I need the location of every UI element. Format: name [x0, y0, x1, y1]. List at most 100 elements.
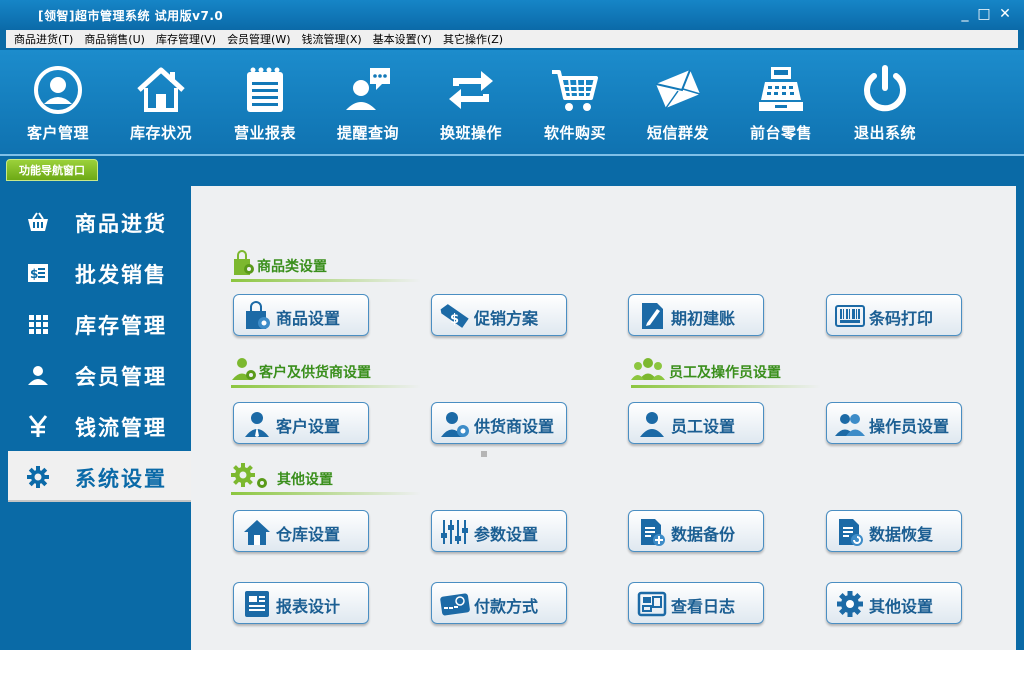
menu-members[interactable]: 会员管理(W) [227, 31, 290, 47]
section-divider [631, 385, 821, 388]
section-title: 客户及供货商设置 [259, 365, 371, 381]
section-staff-operator: 员工及操作员设置 [631, 356, 831, 388]
button-label: 商品设置 [276, 309, 341, 328]
menu-inventory[interactable]: 库存管理(V) [156, 31, 216, 47]
toolbar-reminder-query[interactable]: 提醒查询 [318, 64, 418, 143]
menu-goods-purchase[interactable]: 商品进货(T) [14, 31, 73, 47]
maximize-button[interactable]: □ [975, 5, 993, 23]
section-title: 其他设置 [277, 472, 333, 488]
report-icon [245, 591, 269, 617]
toolbar-inventory-status[interactable]: 库存状况 [111, 64, 211, 143]
sidebar: 商品进货 $ 批发销售 库存管理 会员管理 钱流管理 系统设置 [8, 196, 191, 502]
sidebar-item-label: 商品进货 [75, 212, 167, 236]
toolbar-exit-system[interactable]: 退出系统 [835, 64, 935, 143]
barcode-print-button[interactable]: 条码打印 [826, 294, 962, 336]
view-log-button[interactable]: 查看日志 [628, 582, 764, 624]
section-title: 商品类设置 [257, 259, 327, 275]
customer-settings-button[interactable]: 客户设置 [233, 402, 369, 444]
notepad-icon [247, 67, 283, 112]
sidebar-item-cashflow[interactable]: 钱流管理 [8, 400, 191, 451]
menu-other-ops[interactable]: 其它操作(Z) [443, 31, 503, 47]
person-icon [28, 366, 48, 385]
goods-bag-icon [234, 250, 254, 275]
tab-function-navigation[interactable]: 功能导航窗口 [6, 159, 98, 181]
toolbar-software-purchase[interactable]: 软件购买 [525, 64, 625, 143]
toolbar-label: 营业报表 [233, 124, 296, 142]
data-restore-button[interactable]: 数据恢复 [826, 510, 962, 552]
chat-user-icon [346, 68, 390, 110]
operator-settings-button[interactable]: 操作员设置 [826, 402, 962, 444]
minimize-button[interactable]: _ [956, 5, 974, 23]
promotion-button[interactable]: $ 促销方案 [431, 294, 567, 336]
toolbar-customer-management[interactable]: 客户管理 [8, 64, 108, 143]
warehouse-icon [244, 520, 270, 545]
warehouse-settings-button[interactable]: 仓库设置 [233, 510, 369, 552]
house-icon [137, 67, 185, 112]
toolbar-label: 换班操作 [439, 124, 502, 142]
toolbar-front-retail[interactable]: 前台零售 [731, 64, 831, 143]
window-title: [领智]超市管理系统 试用版v7.0 [38, 9, 224, 23]
goods-settings-button[interactable]: 商品设置 [233, 294, 369, 336]
parameter-settings-button[interactable]: 参数设置 [431, 510, 567, 552]
toolbar-label: 提醒查询 [336, 124, 399, 142]
title-bar: [领智]超市管理系统 试用版v7.0 _ □ ✕ [0, 0, 1024, 30]
initial-accounts-button[interactable]: 期初建账 [628, 294, 764, 336]
data-backup-button[interactable]: 数据备份 [628, 510, 764, 552]
button-label: 条码打印 [869, 309, 934, 328]
sidebar-item-label: 系统设置 [75, 467, 167, 491]
swap-arrows-icon [449, 71, 493, 109]
sidebar-item-inventory[interactable]: 库存管理 [8, 298, 191, 349]
sidebar-item-wholesale[interactable]: $ 批发销售 [8, 247, 191, 298]
other-settings-button[interactable]: 其他设置 [826, 582, 962, 624]
toolbar-business-report[interactable]: 营业报表 [215, 64, 315, 143]
shopping-bag-icon [246, 301, 270, 329]
button-label: 期初建账 [671, 309, 736, 328]
basket-icon [28, 212, 48, 231]
section-divider [231, 385, 421, 388]
report-design-button[interactable]: 报表设计 [233, 582, 369, 624]
toolbar-label: 前台零售 [749, 124, 812, 142]
toolbar-label: 客户管理 [26, 124, 89, 142]
button-label: 客户设置 [276, 417, 341, 436]
sliders-icon [441, 520, 468, 544]
menu-goods-sales[interactable]: 商品销售(U) [84, 31, 145, 47]
user-circle-icon [34, 66, 82, 114]
close-button[interactable]: ✕ [996, 5, 1014, 23]
section-other-settings: 其他设置 [231, 463, 431, 495]
customer-icon [245, 412, 269, 437]
focus-marker [481, 451, 487, 457]
employee-settings-button[interactable]: 员工设置 [628, 402, 764, 444]
button-label: 参数设置 [474, 525, 539, 544]
sidebar-item-label: 批发销售 [75, 263, 167, 287]
sidebar-item-members[interactable]: 会员管理 [8, 349, 191, 400]
svg-text:$: $ [30, 267, 38, 281]
menu-bar: 商品进货(T) 商品销售(U) 库存管理(V) 会员管理(W) 钱流管理(X) … [6, 30, 1018, 48]
backup-document-icon [641, 519, 665, 546]
button-label: 付款方式 [474, 597, 539, 616]
section-divider [231, 492, 421, 495]
sidebar-item-label: 钱流管理 [75, 416, 167, 440]
employee-icon [640, 412, 664, 437]
button-label: 供货商设置 [474, 417, 555, 436]
section-divider [231, 279, 421, 282]
button-label: 促销方案 [474, 309, 539, 328]
menu-cashflow[interactable]: 钱流管理(X) [302, 31, 362, 47]
price-tag-icon: $ [440, 304, 469, 328]
button-label: 查看日志 [671, 597, 736, 616]
menu-basic-settings[interactable]: 基本设置(Y) [373, 31, 432, 47]
sidebar-item-goods-purchase[interactable]: 商品进货 [8, 196, 191, 247]
settings-panel: 商品类设置 客户及供货商设置 员工及操作员设置 其他设置 商品设置 $ 促销方案… [191, 186, 1016, 650]
section-title: 员工及操作员设置 [669, 365, 781, 381]
toolbar-divider [0, 154, 1024, 156]
sidebar-item-system-settings[interactable]: 系统设置 [8, 451, 191, 502]
toolbar-shift-change[interactable]: 换班操作 [421, 64, 521, 143]
section-customer-supplier: 客户及供货商设置 [231, 356, 431, 388]
payment-methods-button[interactable]: 付款方式 [431, 582, 567, 624]
power-icon [864, 65, 906, 112]
grid-icon [29, 315, 48, 334]
toolbar-sms-broadcast[interactable]: 短信群发 [628, 64, 728, 143]
supplier-settings-button[interactable]: 供货商设置 [431, 402, 567, 444]
credit-card-icon [440, 593, 470, 616]
customer-gear-icon [232, 358, 256, 380]
yen-icon [28, 415, 48, 437]
